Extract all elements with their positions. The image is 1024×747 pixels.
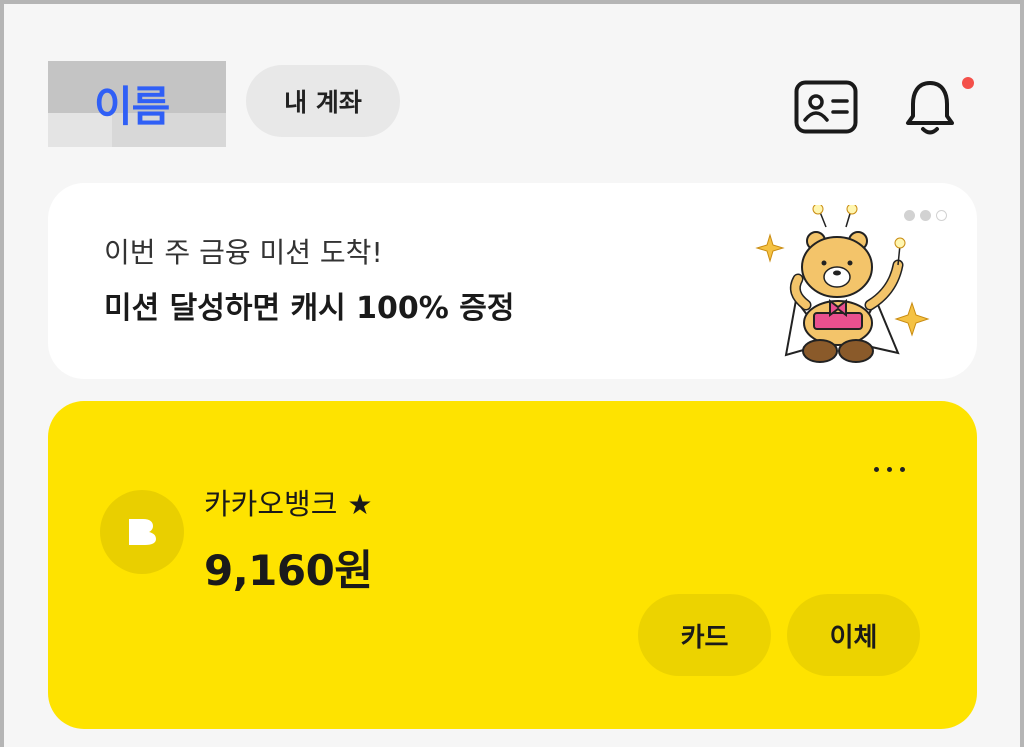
profile-name[interactable]: 이름	[48, 61, 226, 147]
more-horizontal-icon[interactable]	[874, 467, 905, 472]
transfer-button[interactable]: 이체	[787, 594, 920, 676]
app-screen: 이름 내 계좌 이번 주 금융 미션 도착! 미션 달성하면 캐시 100% 증…	[4, 4, 1020, 747]
more-dot	[874, 467, 879, 472]
favorite-star-icon[interactable]: ★	[347, 488, 372, 521]
card-button[interactable]: 카드	[638, 594, 771, 676]
mission-promo-banner[interactable]: 이번 주 금융 미션 도착! 미션 달성하면 캐시 100% 증정	[48, 183, 977, 379]
more-dot	[887, 467, 892, 472]
kakaobank-b-icon	[129, 519, 156, 545]
bank-name: 카카오뱅크 ★	[204, 481, 373, 523]
my-account-button[interactable]: 내 계좌	[246, 65, 400, 137]
bear-character-illustration	[755, 205, 930, 363]
account-card[interactable]: 카카오뱅크 ★ 9,160원 카드 이체	[48, 401, 977, 729]
bell-icon[interactable]	[904, 78, 956, 138]
notification-badge	[962, 77, 974, 89]
more-dot	[900, 467, 905, 472]
id-card-icon[interactable]	[794, 80, 858, 134]
bank-name-label: 카카오뱅크	[204, 487, 338, 521]
account-balance: 9,160원	[204, 546, 373, 595]
bank-logo-icon	[100, 490, 184, 574]
promo-title: 이번 주 금융 미션 도착!	[104, 236, 383, 269]
profile-name-label: 이름	[94, 82, 170, 131]
promo-subtitle: 미션 달성하면 캐시 100% 증정	[104, 291, 515, 326]
